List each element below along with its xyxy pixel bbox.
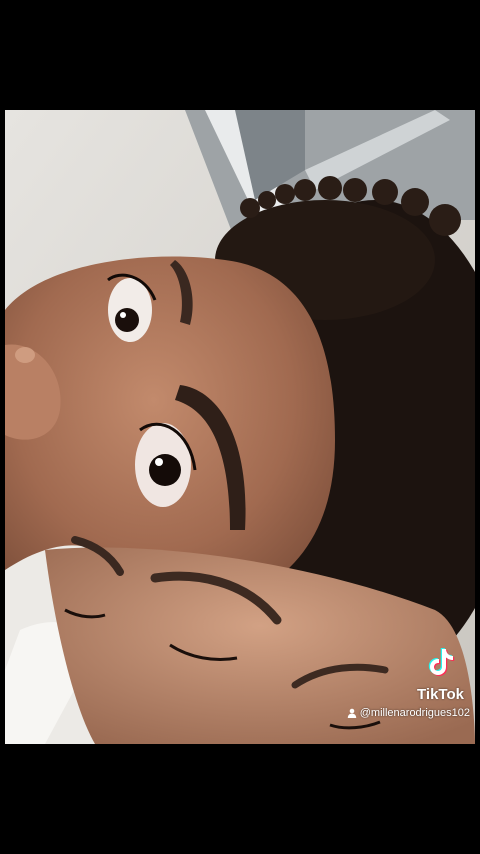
tiktok-brand-label: TikTok — [417, 686, 464, 703]
tiktok-logo-icon — [424, 645, 458, 679]
user-icon — [347, 708, 357, 718]
tiktok-username: @millenarodrigues102 — [320, 707, 470, 719]
tiktok-username-text: @millenarodrigues102 — [359, 707, 470, 719]
tiktok-watermark: TikTok @millenarodrigues102 — [320, 645, 470, 719]
